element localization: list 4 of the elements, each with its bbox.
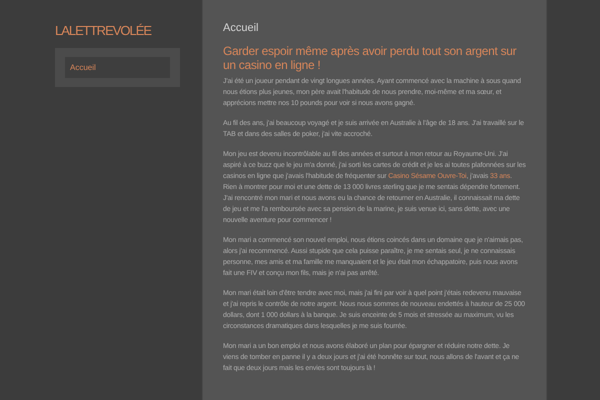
site-logo[interactable]: LALETTREVOLÉE [55, 23, 152, 38]
article-heading: Garder espoir même après avoir perdu tout son argent sur un casino en ligne ! [223, 44, 518, 72]
page-title: Accueil [223, 22, 260, 34]
nav-item[interactable]: Accueil [65, 57, 170, 78]
